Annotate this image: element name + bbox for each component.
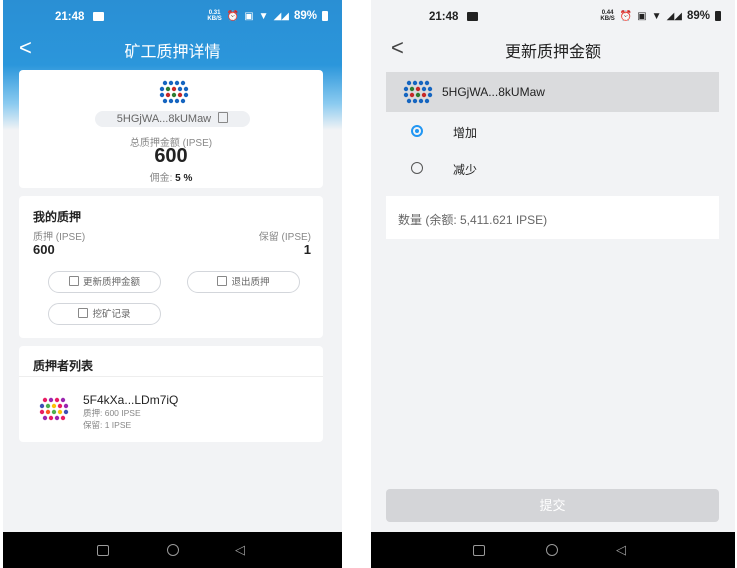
gallery-icon bbox=[93, 12, 104, 21]
miner-address[interactable]: 5HGjWA...8kUMaw bbox=[95, 109, 250, 127]
home-icon[interactable] bbox=[167, 544, 179, 556]
nav-bar: < 矿工质押详情 bbox=[3, 36, 342, 64]
staker-pledge: 质押: 600 IPSE bbox=[83, 408, 141, 418]
radio-decrease-label: 减少 bbox=[453, 163, 478, 177]
selected-miner-address: 5HGjWA...8kUMaw bbox=[442, 85, 545, 99]
commission-value: 5 % bbox=[175, 173, 193, 184]
page-title: 矿工质押详情 bbox=[124, 44, 221, 61]
exit-pledge-label: 退出质押 bbox=[231, 277, 270, 288]
battery-percent: 89% bbox=[686, 10, 710, 22]
miner-avatar-icon bbox=[159, 80, 189, 104]
amount-placeholder: 数量 (余额: 5,411.621 IPSE) bbox=[398, 213, 548, 227]
staker-avatar-icon bbox=[39, 397, 69, 421]
battery-percent: 89% bbox=[293, 10, 317, 22]
miner-avatar-icon bbox=[403, 80, 433, 104]
submit-button[interactable]: 提交 bbox=[386, 489, 719, 522]
wifi-icon: ▼ bbox=[258, 10, 269, 22]
miner-pledge-detail-screen: 21:48 0.31 KB/S ⏰ ▣ ▼ ◢◢ 89% < 矿工质押详情 5H… bbox=[3, 0, 342, 568]
miner-info-card: 5HGjWA...8kUMaw 总质押金额 (IPSE) 600 佣金: 5 % bbox=[19, 70, 323, 188]
nav-bar: < 更新质押金额 bbox=[371, 36, 735, 64]
edit-icon bbox=[68, 276, 79, 286]
status-time: 21:48 bbox=[55, 11, 85, 23]
stakers-list-card: 质押者列表 5F4kXa...LDm7iQ 质押: 600 IPSE 保留: 1… bbox=[19, 346, 323, 442]
selected-miner-row: 5HGjWA...8kUMaw bbox=[386, 72, 719, 112]
signal-icon: ◢◢ bbox=[666, 10, 682, 22]
battery-icon bbox=[715, 11, 721, 21]
record-icon bbox=[78, 308, 89, 318]
radio-increase[interactable] bbox=[411, 125, 423, 137]
network-speed: 0.31 KB/S bbox=[207, 10, 222, 22]
back-nav-icon[interactable]: ◁ bbox=[616, 542, 626, 558]
battery-icon bbox=[322, 11, 328, 21]
my-pledge-title: 我的质押 bbox=[33, 210, 82, 224]
wifi-icon: ▼ bbox=[651, 10, 662, 22]
commission: 佣金: 5 % bbox=[19, 169, 323, 184]
nfc-icon: ▣ bbox=[637, 10, 647, 22]
staker-address: 5F4kXa...LDm7iQ bbox=[83, 393, 179, 407]
exit-pledge-button[interactable]: 退出质押 bbox=[187, 271, 300, 293]
back-nav-icon[interactable]: ◁ bbox=[235, 542, 245, 558]
gallery-icon bbox=[467, 12, 478, 21]
reserve-value: 1 bbox=[303, 242, 311, 257]
nfc-icon: ▣ bbox=[244, 10, 254, 22]
recents-icon[interactable] bbox=[473, 545, 485, 556]
radio-decrease[interactable] bbox=[411, 162, 423, 174]
network-speed: 0.44 KB/S bbox=[600, 10, 615, 22]
reserve-label: 保留 (IPSE) bbox=[258, 232, 311, 243]
my-pledge-card: 我的质押 质押 (IPSE) 保留 (IPSE) 600 1 更新质押金额 退出… bbox=[19, 196, 323, 338]
staker-reserve: 保留: 1 IPSE bbox=[83, 420, 132, 430]
system-nav-bar: ◁ bbox=[3, 532, 342, 568]
system-nav-bar: ◁ bbox=[371, 532, 735, 568]
total-pledge-value: 600 bbox=[154, 145, 188, 167]
home-icon[interactable] bbox=[546, 544, 558, 556]
status-bar: 21:48 0.31 KB/S ⏰ ▣ ▼ ◢◢ 89% bbox=[3, 0, 342, 36]
miner-address-text: 5HGjWA...8kUMaw bbox=[116, 113, 212, 125]
stakers-title: 质押者列表 bbox=[33, 359, 94, 373]
logout-icon bbox=[217, 276, 228, 286]
status-time: 21:48 bbox=[429, 11, 459, 23]
update-pledge-screen: 21:48 0.44 KB/S ⏰ ▣ ▼ ◢◢ 89% < 更新质押金额 5H… bbox=[371, 0, 735, 568]
mining-history-button[interactable]: 挖矿记录 bbox=[48, 303, 161, 325]
copy-icon[interactable] bbox=[215, 109, 229, 123]
divider bbox=[19, 376, 323, 377]
commission-label: 佣金: bbox=[149, 173, 173, 184]
pledge-label: 质押 (IPSE) bbox=[33, 232, 86, 243]
signal-icon: ◢◢ bbox=[273, 10, 289, 22]
update-pledge-label: 更新质押金额 bbox=[82, 277, 140, 288]
amount-input[interactable]: 数量 (余额: 5,411.621 IPSE) bbox=[386, 196, 719, 239]
alarm-icon: ⏰ bbox=[226, 10, 240, 22]
mining-history-label: 挖矿记录 bbox=[92, 309, 131, 320]
radio-increase-label: 增加 bbox=[453, 126, 478, 140]
recents-icon[interactable] bbox=[97, 545, 109, 556]
alarm-icon: ⏰ bbox=[619, 10, 633, 22]
pledge-value: 600 bbox=[33, 242, 55, 257]
update-pledge-button[interactable]: 更新质押金额 bbox=[48, 271, 161, 293]
status-bar: 21:48 0.44 KB/S ⏰ ▣ ▼ ◢◢ 89% bbox=[371, 0, 735, 36]
page-title: 更新质押金额 bbox=[504, 44, 601, 61]
